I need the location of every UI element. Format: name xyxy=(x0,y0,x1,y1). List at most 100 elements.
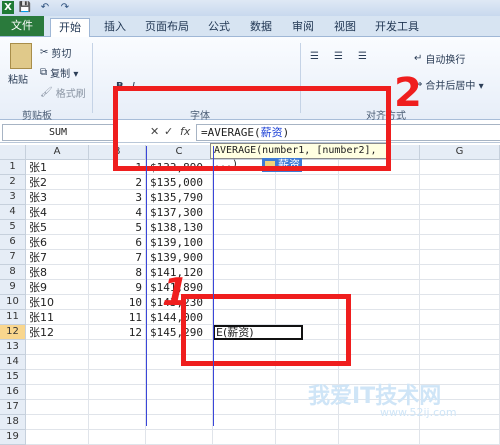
cell-empty[interactable] xyxy=(339,295,420,310)
cell-name[interactable]: 张1 xyxy=(26,160,89,175)
cell-empty[interactable] xyxy=(420,295,500,310)
row-header[interactable]: 9 xyxy=(0,280,26,295)
cell-number[interactable] xyxy=(89,370,146,385)
cell-salary[interactable] xyxy=(146,415,213,430)
cell-empty[interactable] xyxy=(420,310,500,325)
cut-button[interactable]: ✂ 剪切 xyxy=(40,45,71,60)
cell-number[interactable] xyxy=(89,340,146,355)
cell-name[interactable] xyxy=(26,355,89,370)
row-header[interactable]: 11 xyxy=(0,310,26,325)
cell-number[interactable]: 2 xyxy=(89,175,146,190)
cell-number[interactable]: 10 xyxy=(89,295,146,310)
cell-empty[interactable] xyxy=(213,220,276,235)
row-header[interactable]: 5 xyxy=(0,220,26,235)
align-left-icon[interactable]: ☰ xyxy=(310,51,319,62)
cell-name[interactable]: 张8 xyxy=(26,265,89,280)
cell-empty[interactable] xyxy=(420,160,500,175)
redo-icon[interactable]: ↷ xyxy=(58,1,72,14)
cell-empty[interactable] xyxy=(420,205,500,220)
cell-empty[interactable] xyxy=(339,310,420,325)
cell-empty[interactable] xyxy=(420,265,500,280)
wrap-text-button[interactable]: ↵ 自动换行 xyxy=(414,51,465,66)
cell-salary[interactable]: $139,900 xyxy=(146,250,213,265)
tab-view[interactable]: 视图 xyxy=(330,18,360,36)
tab-file[interactable]: 文件 xyxy=(0,16,44,36)
cell-empty[interactable] xyxy=(276,235,339,250)
cell-empty[interactable] xyxy=(339,265,420,280)
cell-name[interactable]: 张4 xyxy=(26,205,89,220)
row-header[interactable]: 14 xyxy=(0,355,26,370)
cell-empty[interactable] xyxy=(420,220,500,235)
cell-empty[interactable] xyxy=(213,250,276,265)
save-icon[interactable]: 💾 xyxy=(18,1,32,14)
cell-empty[interactable] xyxy=(213,430,276,445)
row-header[interactable]: 2 xyxy=(0,175,26,190)
cell-empty[interactable] xyxy=(213,190,276,205)
row-header[interactable]: 7 xyxy=(0,250,26,265)
cell-empty[interactable] xyxy=(339,325,420,340)
cell-empty[interactable] xyxy=(420,340,500,355)
cell-empty[interactable] xyxy=(339,430,420,445)
cell-empty[interactable] xyxy=(213,175,276,190)
cell-empty[interactable] xyxy=(276,415,339,430)
cell-empty[interactable] xyxy=(276,280,339,295)
row-header[interactable]: 6 xyxy=(0,235,26,250)
cell-number[interactable]: 9 xyxy=(89,280,146,295)
row-header[interactable]: 18 xyxy=(0,415,26,430)
cell-name[interactable] xyxy=(26,400,89,415)
copy-button[interactable]: ⧉ 复制 ▾ xyxy=(40,65,78,80)
cell-empty[interactable] xyxy=(339,355,420,370)
cell-empty[interactable] xyxy=(213,205,276,220)
cell-empty[interactable] xyxy=(213,280,276,295)
cell-salary[interactable]: $138,130 xyxy=(146,220,213,235)
cell-empty[interactable] xyxy=(420,430,500,445)
cell-empty[interactable] xyxy=(213,415,276,430)
cell-empty[interactable] xyxy=(420,235,500,250)
cell-number[interactable] xyxy=(89,430,146,445)
tab-formulas[interactable]: 公式 xyxy=(204,18,234,36)
row-header[interactable]: 4 xyxy=(0,205,26,220)
cell-number[interactable] xyxy=(89,385,146,400)
cell-number[interactable]: 4 xyxy=(89,205,146,220)
cell-salary[interactable]: $135,000 xyxy=(146,175,213,190)
cell-salary[interactable] xyxy=(146,385,213,400)
paste-button[interactable]: 粘贴 xyxy=(8,71,28,86)
cell-name[interactable]: 张12 xyxy=(26,325,89,340)
cell-salary[interactable] xyxy=(146,370,213,385)
cell-name[interactable]: 张11 xyxy=(26,310,89,325)
cell-empty[interactable] xyxy=(213,400,276,415)
merge-center-button[interactable]: ⇔ 合并后居中 ▾ xyxy=(414,77,484,92)
row-header[interactable]: 15 xyxy=(0,370,26,385)
cell-name[interactable] xyxy=(26,430,89,445)
cell-empty[interactable] xyxy=(339,250,420,265)
cell-name[interactable]: 张2 xyxy=(26,175,89,190)
undo-icon[interactable]: ↶ xyxy=(38,1,52,14)
cell-number[interactable]: 7 xyxy=(89,250,146,265)
cell-empty[interactable] xyxy=(276,190,339,205)
cell-empty[interactable] xyxy=(339,340,420,355)
row-header[interactable]: 8 xyxy=(0,265,26,280)
cell-name[interactable]: 张6 xyxy=(26,235,89,250)
tab-insert[interactable]: 插入 xyxy=(100,18,130,36)
cell-empty[interactable] xyxy=(276,250,339,265)
cell-empty[interactable] xyxy=(420,355,500,370)
cell-name[interactable]: 张9 xyxy=(26,280,89,295)
cell-number[interactable] xyxy=(89,415,146,430)
row-header[interactable]: 13 xyxy=(0,340,26,355)
row-header[interactable]: 17 xyxy=(0,400,26,415)
select-all-corner[interactable] xyxy=(0,145,26,160)
cell-name[interactable] xyxy=(26,370,89,385)
cell-number[interactable] xyxy=(89,355,146,370)
tab-developer[interactable]: 开发工具 xyxy=(372,18,422,36)
row-header[interactable]: 16 xyxy=(0,385,26,400)
cell-empty[interactable] xyxy=(276,430,339,445)
cell-empty[interactable] xyxy=(276,175,339,190)
cell-empty[interactable] xyxy=(213,235,276,250)
cell-empty[interactable] xyxy=(276,220,339,235)
cell-empty[interactable] xyxy=(420,190,500,205)
cell-salary[interactable] xyxy=(146,430,213,445)
format-painter-button[interactable]: 🖌 格式刷 xyxy=(40,85,86,100)
paste-icon[interactable] xyxy=(10,43,32,69)
tab-home[interactable]: 开始 xyxy=(50,18,90,37)
cell-salary[interactable] xyxy=(146,400,213,415)
